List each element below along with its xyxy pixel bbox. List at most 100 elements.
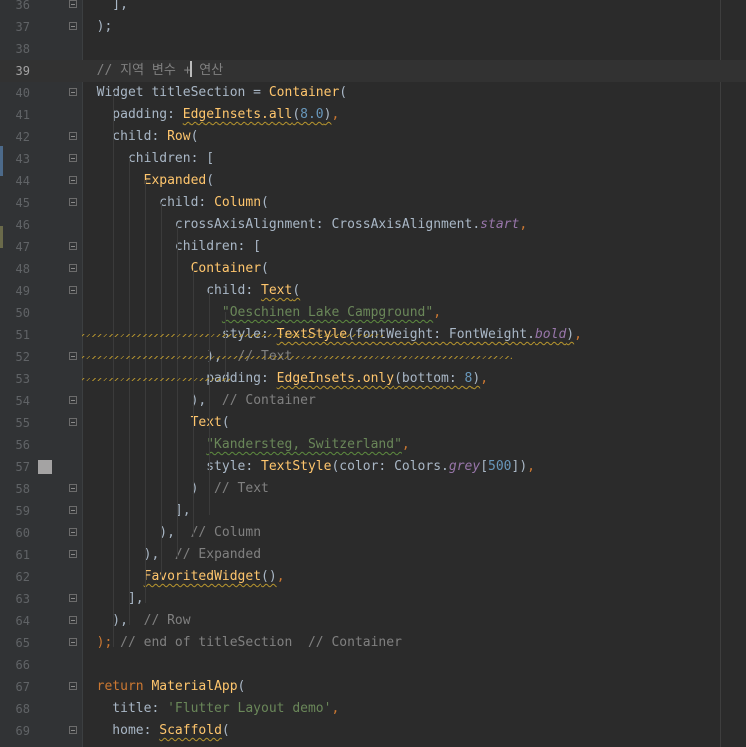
code-line[interactable]: 43 children: [	[0, 148, 746, 170]
code-text[interactable]: "Kandersteg, Switzerland",	[81, 434, 410, 456]
fold-icon[interactable]	[69, 528, 77, 536]
code-text[interactable]: Text(	[81, 412, 230, 434]
code-text[interactable]: ) // Text	[81, 478, 269, 500]
warning-underline	[82, 356, 512, 359]
code-line[interactable]: 66	[0, 654, 746, 676]
fold-icon[interactable]	[69, 418, 77, 426]
line-number: 37	[15, 20, 30, 34]
code-text[interactable]: style: TextStyle(color: Colors.grey[500]…	[81, 456, 535, 478]
fold-icon[interactable]	[69, 88, 77, 96]
code-text[interactable]: Container(	[81, 258, 269, 280]
code-line[interactable]: 40 Widget titleSection = Container(	[0, 82, 746, 104]
fold-icon[interactable]	[69, 726, 77, 734]
code-line[interactable]: 59 ],	[0, 500, 746, 522]
code-text[interactable]: return MaterialApp(	[81, 676, 246, 698]
code-text[interactable]: child: Row(	[81, 126, 198, 148]
code-text[interactable]: ],	[81, 0, 128, 16]
code-text[interactable]: children: [	[81, 236, 261, 258]
fold-icon[interactable]	[69, 616, 77, 624]
code-text[interactable]: children: [	[81, 148, 214, 170]
fold-icon[interactable]	[69, 0, 77, 8]
fold-icon[interactable]	[69, 352, 77, 360]
code-text[interactable]: FavoritedWidget(),	[81, 566, 285, 588]
code-line[interactable]: 68 title: 'Flutter Layout demo',	[0, 698, 746, 720]
code-line[interactable]: 64 ), // Row	[0, 610, 746, 632]
code-line[interactable]: 44 Expanded(	[0, 170, 746, 192]
code-text[interactable]: ); // end of titleSection // Container	[81, 632, 402, 654]
code-text[interactable]: ],	[81, 500, 191, 522]
code-line[interactable]: 62 FavoritedWidget(),	[0, 566, 746, 588]
fold-icon[interactable]	[69, 242, 77, 250]
code-text[interactable]: title: 'Flutter Layout demo',	[81, 698, 339, 720]
code-line[interactable]: 45 child: Column(	[0, 192, 746, 214]
bookmark-icon[interactable]	[38, 460, 52, 474]
fold-icon[interactable]	[69, 22, 77, 30]
code-line[interactable]: 61 ), // Expanded	[0, 544, 746, 566]
code-line[interactable]: 41 padding: EdgeInsets.all(8.0),	[0, 104, 746, 126]
line-number: 55	[15, 416, 30, 430]
code-line[interactable]: 58 ) // Text	[0, 478, 746, 500]
fold-icon[interactable]	[69, 286, 77, 294]
code-line[interactable]: 54 ), // Container	[0, 390, 746, 412]
code-line[interactable]: 56 "Kandersteg, Switzerland",	[0, 434, 746, 456]
fold-icon[interactable]	[69, 682, 77, 690]
code-line[interactable]: 42 child: Row(	[0, 126, 746, 148]
code-line[interactable]: 69 home: Scaffold(	[0, 720, 746, 742]
code-line[interactable]: 57 style: TextStyle(color: Colors.grey[5…	[0, 456, 746, 478]
code-line[interactable]: 63 ],	[0, 588, 746, 610]
code-token: // end of titleSection // Container	[112, 635, 402, 650]
indent-guide	[129, 158, 130, 625]
code-line[interactable]: 39 // 지역 변수 + 연산	[0, 60, 746, 82]
code-token: ],	[81, 0, 128, 12]
code-token: EdgeInsets.only	[276, 371, 395, 386]
code-text[interactable]: ), // Expanded	[81, 544, 261, 566]
fold-icon[interactable]	[69, 484, 77, 492]
code-line[interactable]: 38	[0, 38, 746, 60]
code-line[interactable]: 36 ],	[0, 0, 746, 16]
code-text[interactable]: crossAxisAlignment: CrossAxisAlignment.s…	[81, 214, 527, 236]
code-line[interactable]: 47 children: [	[0, 236, 746, 258]
code-token: // 지역 변수 +	[81, 63, 192, 78]
code-text[interactable]: );	[81, 16, 113, 38]
code-line[interactable]: 37 );	[0, 16, 746, 38]
code-text[interactable]: padding: EdgeInsets.all(8.0),	[81, 104, 339, 126]
line-number: 65	[15, 636, 30, 650]
code-token: title:	[81, 701, 168, 716]
fold-icon[interactable]	[69, 594, 77, 602]
code-token: style:	[81, 459, 262, 474]
code-line[interactable]: 48 Container(	[0, 258, 746, 280]
code-line[interactable]: 46 crossAxisAlignment: CrossAxisAlignmen…	[0, 214, 746, 236]
code-editor[interactable]: 36 ], 37 ); 38 39 // 지역 변수 + 연산 40 Widget ti…	[0, 0, 746, 747]
fold-icon[interactable]	[69, 506, 77, 514]
code-line[interactable]: 49 child: Text(	[0, 280, 746, 302]
code-line[interactable]: 55 Text(	[0, 412, 746, 434]
line-number: 54	[15, 394, 30, 408]
fold-icon[interactable]	[69, 396, 77, 404]
fold-icon[interactable]	[69, 198, 77, 206]
fold-icon[interactable]	[69, 638, 77, 646]
code-text[interactable]: ), // Row	[81, 610, 190, 632]
line-number: 44	[15, 174, 30, 188]
code-text[interactable]: Expanded(	[81, 170, 214, 192]
fold-icon[interactable]	[69, 132, 77, 140]
code-text[interactable]: // 지역 변수 + 연산	[81, 60, 223, 82]
code-text[interactable]: "Oeschinen Lake Campground",	[81, 302, 441, 324]
code-text[interactable]: Widget titleSection = Container(	[81, 82, 347, 104]
code-line[interactable]: 60 ), // Column	[0, 522, 746, 544]
fold-icon[interactable]	[69, 550, 77, 558]
code-text[interactable]: ), // Container	[81, 390, 316, 412]
line-number: 59	[15, 504, 30, 518]
code-line[interactable]: 67 return MaterialApp(	[0, 676, 746, 698]
line-number: 45	[15, 196, 30, 210]
code-text[interactable]: ), // Column	[81, 522, 261, 544]
code-text[interactable]: home: Scaffold(	[81, 720, 229, 742]
line-number: 40	[15, 86, 30, 100]
fold-icon[interactable]	[69, 154, 77, 162]
code-line[interactable]: 50 "Oeschinen Lake Campground",	[0, 302, 746, 324]
code-token: (	[292, 283, 301, 298]
code-line[interactable]: 65 ); // end of titleSection // Containe…	[0, 632, 746, 654]
code-token: (bottom:	[394, 371, 465, 386]
fold-icon[interactable]	[69, 264, 77, 272]
code-text[interactable]: child: Column(	[81, 192, 269, 214]
fold-icon[interactable]	[69, 176, 77, 184]
